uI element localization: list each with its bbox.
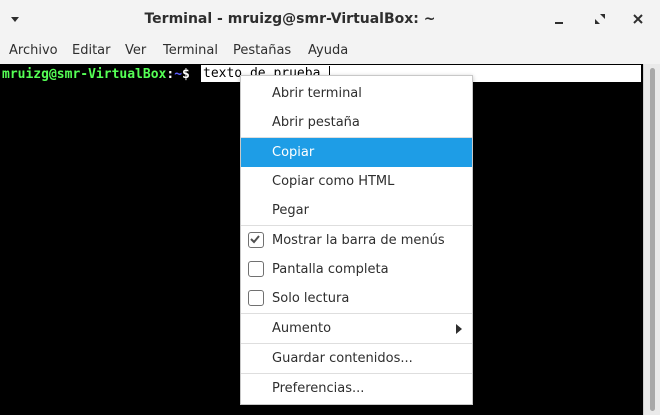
menu-item-label: Pegar bbox=[272, 203, 309, 218]
menu-bar: Archivo Editar Ver Terminal Pestañas Ayu… bbox=[0, 38, 660, 64]
scrollbar[interactable] bbox=[643, 64, 660, 415]
menu-archivo[interactable]: Archivo bbox=[9, 38, 58, 64]
menu-item-label: Solo lectura bbox=[272, 291, 350, 306]
menu-item-pegar[interactable]: Pegar bbox=[241, 196, 472, 225]
minimize-icon[interactable] bbox=[552, 12, 566, 26]
menu-item-solo-lectura[interactable]: Solo lectura bbox=[241, 284, 472, 313]
menu-item-label: Aumento bbox=[272, 321, 332, 336]
menu-item-copiar-html[interactable]: Copiar como HTML bbox=[241, 167, 472, 196]
maximize-icon[interactable] bbox=[593, 12, 607, 26]
menu-item-label: Preferencias... bbox=[272, 381, 365, 396]
scrollbar-thumb[interactable] bbox=[650, 68, 655, 411]
menu-ver[interactable]: Ver bbox=[125, 38, 146, 64]
menu-item-aumento[interactable]: Aumento bbox=[241, 314, 472, 343]
checkbox-icon[interactable] bbox=[248, 290, 264, 306]
submenu-arrow-icon bbox=[456, 324, 462, 334]
menu-item-mostrar-barra[interactable]: Mostrar la barra de menús bbox=[241, 226, 472, 255]
menu-pestanas[interactable]: Pestañas bbox=[233, 38, 291, 64]
menu-editar[interactable]: Editar bbox=[72, 38, 111, 64]
checkbox-checked-icon[interactable] bbox=[248, 232, 264, 248]
menu-terminal[interactable]: Terminal bbox=[163, 38, 218, 64]
checkbox-icon[interactable] bbox=[248, 261, 264, 277]
menu-item-label: Mostrar la barra de menús bbox=[272, 233, 445, 248]
menu-item-abrir-pestana[interactable]: Abrir pestaña bbox=[241, 108, 472, 137]
menu-ayuda[interactable]: Ayuda bbox=[308, 38, 348, 64]
menu-item-label: Abrir terminal bbox=[272, 86, 362, 101]
menu-item-label: Abrir pestaña bbox=[272, 115, 360, 130]
menu-item-label: Copiar como HTML bbox=[272, 174, 395, 189]
menu-item-copiar[interactable]: Copiar bbox=[241, 138, 472, 167]
prompt-line: mruizg@smr-VirtualBox:~$ bbox=[2, 66, 190, 83]
prompt-dollar: $ bbox=[182, 67, 190, 82]
context-menu: Abrir terminal Abrir pestaña Copiar Copi… bbox=[240, 75, 473, 405]
menu-item-guardar-contenidos[interactable]: Guardar contenidos... bbox=[241, 344, 472, 373]
menu-item-preferencias[interactable]: Preferencias... bbox=[241, 374, 472, 403]
menu-item-label: Copiar bbox=[272, 145, 315, 160]
menu-item-abrir-terminal[interactable]: Abrir terminal bbox=[241, 79, 472, 108]
menu-item-pantalla-completa[interactable]: Pantalla completa bbox=[241, 255, 472, 284]
close-icon[interactable] bbox=[631, 12, 645, 26]
prompt-user: mruizg@smr-VirtualBox bbox=[2, 67, 167, 82]
prompt-path: ~ bbox=[174, 67, 183, 82]
menu-item-label: Guardar contenidos... bbox=[272, 351, 413, 366]
menu-item-label: Pantalla completa bbox=[272, 262, 389, 277]
title-bar[interactable]: Terminal - mruizg@smr-VirtualBox: ~ bbox=[0, 0, 660, 38]
